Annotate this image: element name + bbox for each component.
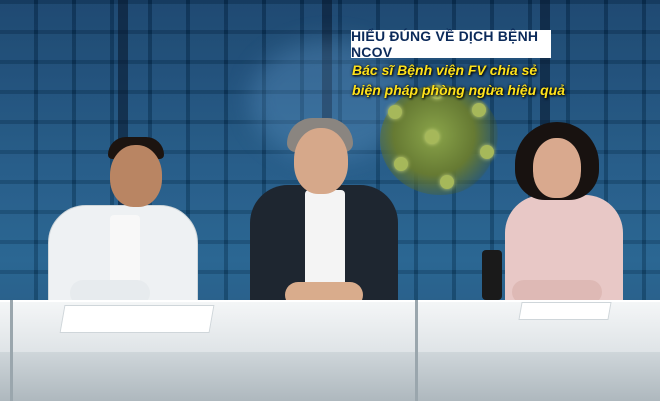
face: [294, 128, 348, 194]
caption-subtitle-line1: Bác sĩ Bệnh viện FV chia sẻ: [352, 62, 538, 78]
virus-spike: [440, 175, 454, 189]
virus-spike: [388, 105, 402, 119]
virus-spike: [394, 157, 408, 171]
caption-subtitle-line2: biện pháp phòng ngừa hiệu quả: [352, 82, 565, 98]
anchor-desk-front: [0, 352, 660, 401]
virus-spike: [472, 103, 486, 117]
face: [533, 138, 581, 198]
tv-studio-scene: HIỂU ĐÚNG VỀ DỊCH BỆNH NCOV Bác sĩ Bệnh …: [0, 0, 660, 401]
desk-seam: [415, 300, 418, 401]
paper-sheet: [518, 302, 612, 320]
virus-spike: [480, 145, 494, 159]
virus-spike: [425, 130, 439, 144]
caption-title: HIỂU ĐÚNG VỀ DỊCH BỆNH NCOV: [351, 28, 551, 60]
virus-graphic: [380, 85, 500, 195]
face: [110, 145, 162, 207]
chair-back: [482, 250, 502, 300]
desk-seam: [10, 300, 13, 401]
paper-sheet: [59, 305, 215, 333]
